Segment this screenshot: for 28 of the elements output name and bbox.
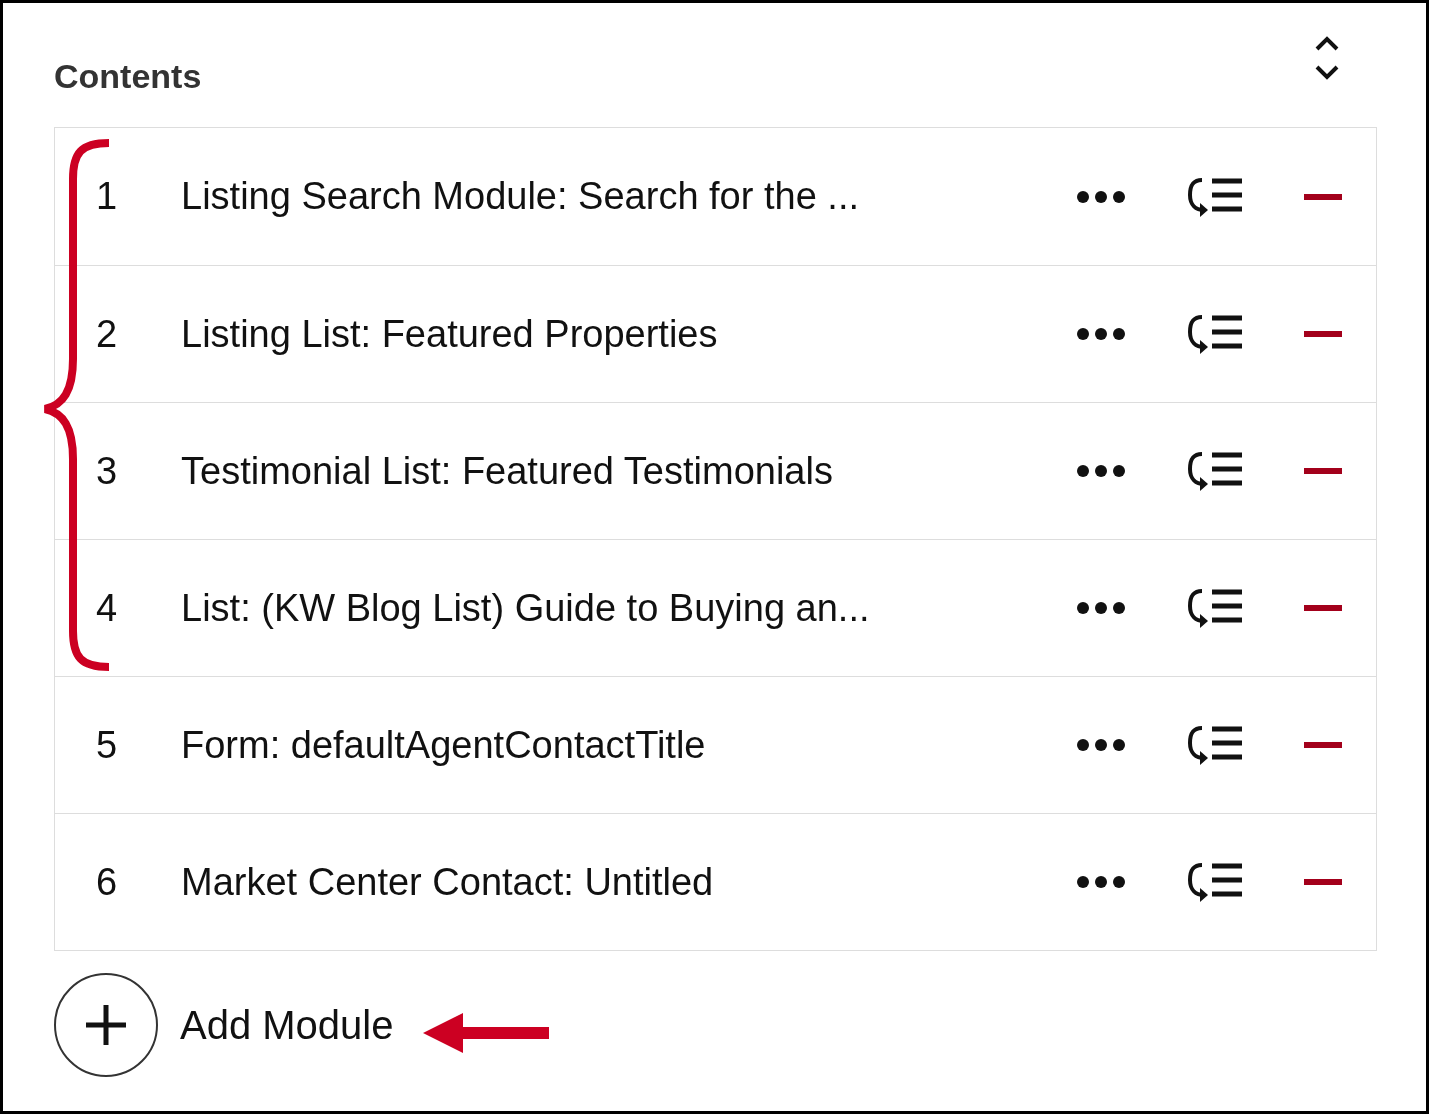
module-number: 3 [95,448,119,494]
module-number: 1 [95,174,119,219]
module-title: Listing Search Module: Search for the ... [181,174,861,219]
module-number: 5 [95,722,119,768]
more-options-icon[interactable] [1076,189,1126,204]
remove-icon[interactable] [1304,193,1342,200]
module-title: Testimonial List: Featured Testimonials [181,448,834,494]
more-options-icon[interactable] [1076,738,1126,752]
reorder-list-icon[interactable] [1188,588,1242,628]
more-options-icon[interactable] [1076,464,1126,478]
module-title: List: (KW Blog List) Guide to Buying an... [181,585,871,631]
more-options-icon[interactable] [1076,601,1126,615]
add-module-button[interactable]: Add Module [54,973,394,1077]
reorder-list-icon[interactable] [1188,451,1242,491]
reorder-list-icon[interactable] [1188,176,1242,217]
reorder-list-icon[interactable] [1188,725,1242,765]
module-number: 4 [95,585,119,631]
plus-icon [54,973,158,1077]
more-options-icon[interactable] [1076,327,1126,341]
more-options-icon[interactable] [1076,875,1126,889]
module-number: 6 [95,859,119,905]
panel-title: Contents [54,59,202,93]
module-title: Market Center Contact: Untitled [181,859,715,905]
module-number: 2 [95,311,119,357]
reorder-list-icon[interactable] [1188,314,1242,354]
module-title: Listing List: Featured Properties [181,311,719,357]
module-title: Form: defaultAgentContactTitle [181,722,707,768]
reorder-list-icon[interactable] [1188,862,1242,902]
